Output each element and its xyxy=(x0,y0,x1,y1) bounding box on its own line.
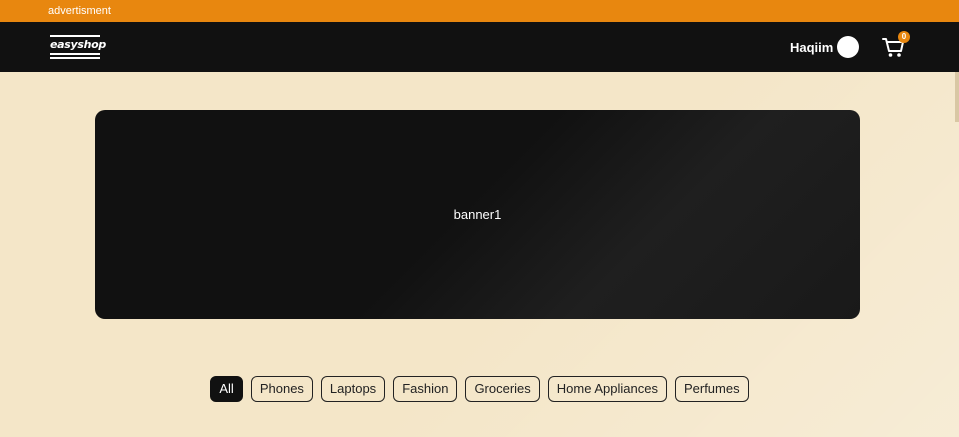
logo-line-middle xyxy=(50,53,100,55)
hero-banner[interactable]: banner1 xyxy=(95,110,860,319)
advertisement-label: advertisment xyxy=(48,5,111,17)
scrollbar[interactable] xyxy=(955,72,959,122)
category-groceries-button[interactable]: Groceries xyxy=(465,376,540,402)
category-phones-button[interactable]: Phones xyxy=(250,376,313,402)
logo-line-bottom xyxy=(50,57,100,59)
category-perfumes-button[interactable]: Perfumes xyxy=(674,376,749,402)
logo[interactable]: easyshop xyxy=(50,33,107,61)
category-home-appliances-button[interactable]: Home Appliances xyxy=(547,376,667,402)
cart-count-badge: 0 xyxy=(898,31,910,43)
category-laptops-button[interactable]: Laptops xyxy=(320,376,386,402)
banner-label: banner1 xyxy=(453,207,502,222)
category-filter-bar: All Phones Laptops Fashion Groceries Hom… xyxy=(0,376,959,402)
advertisement-bar: advertisment xyxy=(0,0,959,22)
avatar[interactable] xyxy=(837,36,859,58)
user-name[interactable]: Haqiim xyxy=(790,40,833,55)
category-all-button[interactable]: All xyxy=(210,376,243,402)
site-header: easyshop Haqiim 0 xyxy=(0,22,959,72)
logo-line-top xyxy=(50,35,100,37)
category-fashion-button[interactable]: Fashion xyxy=(393,376,458,402)
logo-text: easyshop xyxy=(50,38,107,51)
